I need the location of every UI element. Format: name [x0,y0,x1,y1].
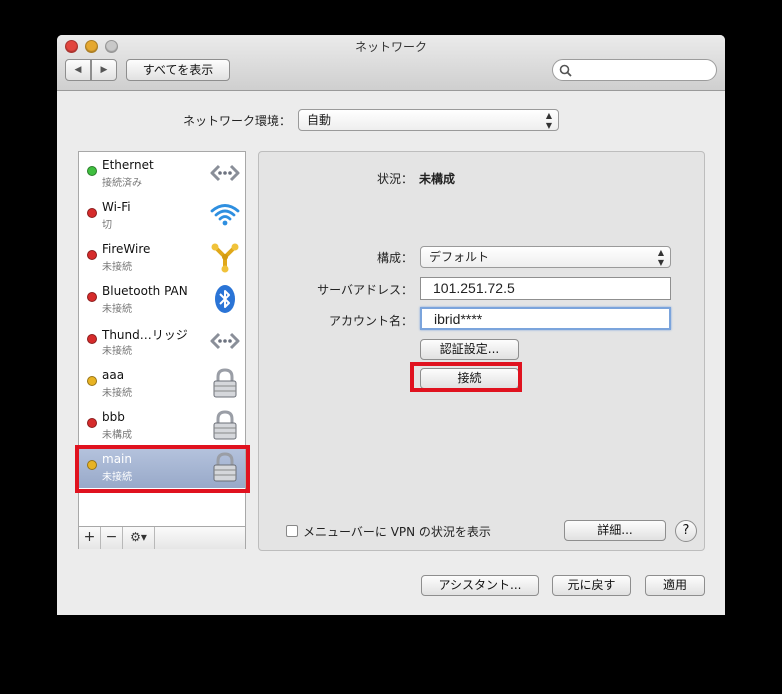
service-name: Thund…リッジ [102,328,188,342]
show-vpn-status-checkbox[interactable] [286,525,298,537]
service-status: 未接続 [102,388,132,399]
show-vpn-status-label: メニューバーに VPN の状況を表示 [303,525,491,539]
wifi-icon [210,204,240,226]
status-dot [87,166,97,176]
firewire-icon [211,243,239,273]
vpn-lock-icon [213,410,237,440]
bluetooth-icon [215,285,235,313]
account-name-label: アカウント名： [328,314,413,328]
highlight-box-connect-button [410,362,522,392]
service-name: Bluetooth PAN [102,284,188,298]
service-status: 未接続 [102,346,132,357]
ethernet-icon [210,164,240,182]
remove-service-button[interactable]: − [101,527,123,549]
service-name: Wi-Fi [102,200,131,214]
server-address-label: サーバアドレス： [317,283,413,297]
show-all-button[interactable]: すべてを表示 [126,59,230,81]
back-button[interactable]: ◀ [65,59,91,81]
server-address-field[interactable]: 101.251.72.5 [420,277,671,300]
service-item-ethernet[interactable]: Ethernet 接続済み [79,152,245,194]
location-popup[interactable]: 自動 ▲ ▼ [298,109,559,131]
service-name: bbb [102,410,125,424]
service-name: Ethernet [102,158,154,172]
status-dot [87,376,97,386]
status-label: 状況： [376,172,413,186]
search-input[interactable] [575,62,714,80]
forward-button[interactable]: ▶ [91,59,117,81]
advanced-button[interactable]: 詳細... [564,520,666,541]
add-service-button[interactable]: + [79,527,101,549]
status-dot [87,250,97,260]
service-status: 接続済み [102,178,142,189]
service-item-thunderbolt-bridge[interactable]: Thund…リッジ 未接続 [79,320,245,362]
vpn-detail-panel: 状況： 未構成 構成： デフォルト ▲ ▼ サーバアドレス： 101.251.72… [258,151,705,551]
status-dot [87,334,97,344]
service-item-aaa[interactable]: aaa 未接続 [79,362,245,404]
authentication-settings-button[interactable]: 認証設定... [420,339,519,360]
status-dot [87,208,97,218]
configuration-popup[interactable]: デフォルト ▲ ▼ [420,246,671,268]
service-item-bbb[interactable]: bbb 未構成 [79,404,245,446]
service-status: 切 [102,220,112,231]
status-dot [87,418,97,428]
apply-button[interactable]: 適用 [645,575,705,596]
service-item-bluetooth-pan[interactable]: Bluetooth PAN 未接続 [79,278,245,320]
location-value: 自動 [307,113,332,127]
configuration-value: デフォルト [429,250,490,264]
configuration-label: 構成： [376,251,413,265]
service-name: FireWire [102,242,151,256]
service-status: 未接続 [102,262,132,273]
search-icon [559,64,572,77]
service-status: 未接続 [102,304,132,315]
gear-menu-button[interactable]: ⚙▾ [123,527,155,549]
search-field[interactable] [552,59,717,81]
title-bar: ネットワーク ◀ ▶ すべてを表示 [57,35,725,91]
vpn-lock-icon [213,368,237,398]
popup-arrows-icon: ▲ ▼ [545,111,552,130]
assistant-button[interactable]: アシスタント... [421,575,539,596]
network-preferences-window: ネットワーク ◀ ▶ すべてを表示 ネットワーク環境： 自動 ▲ ▼ Ethern… [57,35,725,615]
status-value: 未構成 [419,172,456,186]
revert-button[interactable]: 元に戻す [552,575,631,596]
help-button[interactable]: ? [675,520,697,542]
thunderbolt-bridge-icon [210,332,240,350]
location-label: ネットワーク環境： [182,114,291,128]
highlight-box-main-service [75,445,250,493]
popup-arrows-icon: ▲ ▼ [657,248,664,267]
window-title: ネットワーク [354,40,427,54]
service-list-toolbar: + − ⚙▾ [79,526,245,549]
status-dot [87,292,97,302]
account-name-field[interactable]: ibrid**** [420,307,671,330]
service-item-wifi[interactable]: Wi-Fi 切 [79,194,245,236]
service-item-firewire[interactable]: FireWire 未接続 [79,236,245,278]
service-status: 未構成 [102,430,132,441]
service-name: aaa [102,368,125,382]
